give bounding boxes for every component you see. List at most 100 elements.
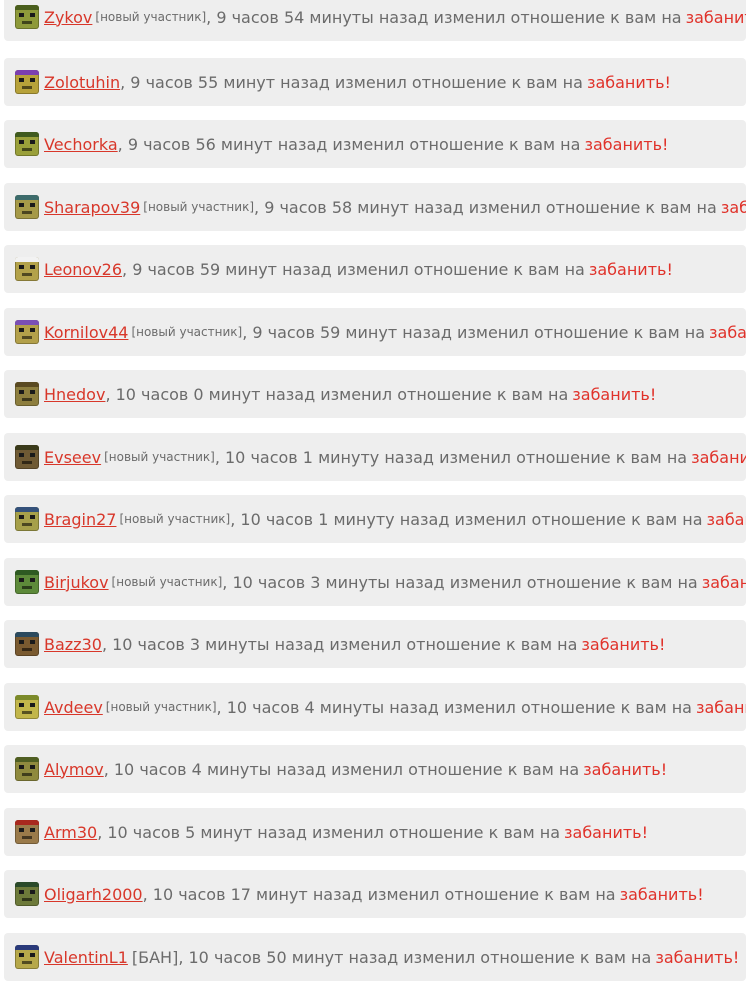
relation-status: забанить! — [695, 697, 746, 717]
feed-item: Bragin27 [новый участник], 10 часов 1 мин… — [4, 495, 746, 543]
new-member-badge: [новый участник] — [131, 325, 243, 339]
separator: , — [117, 134, 128, 154]
feed-item: Sharapov39 [новый участник], 9 часов 58 м… — [4, 183, 746, 231]
user-avatar-icon[interactable] — [15, 257, 39, 281]
username-link[interactable]: Vechorka — [44, 135, 118, 154]
relation-status: забанить! — [584, 134, 669, 154]
relation-status: забанить! — [619, 884, 704, 904]
username-link[interactable]: Bragin27 — [44, 510, 116, 529]
username-link[interactable]: Alymov — [44, 760, 104, 779]
feed-item: Birjukov [новый участник], 10 часов 3 мин… — [4, 558, 746, 606]
user-avatar-icon[interactable] — [15, 757, 39, 781]
username-link[interactable]: Oligarh2000 — [44, 885, 143, 904]
activity-text: 10 часов 4 минуты назад изменил отношени… — [113, 759, 580, 779]
separator: , — [222, 572, 233, 592]
username-link[interactable]: ValentinL1 — [44, 948, 128, 967]
feed-item: Bazz30, 10 часов 3 минуты назад изменил … — [4, 620, 746, 668]
activity-text: 10 часов 3 минуты назад изменил отношени… — [112, 634, 578, 654]
relation-status: забанить! — [564, 822, 649, 842]
user-avatar-icon[interactable] — [15, 445, 39, 469]
user-avatar-icon[interactable] — [15, 695, 39, 719]
user-avatar-icon[interactable] — [15, 945, 39, 969]
username-link[interactable]: Zolotuhin — [44, 73, 120, 92]
activity-text: 10 часов 0 минут назад изменил отношение… — [115, 384, 569, 404]
user-avatar-icon[interactable] — [15, 570, 39, 594]
relation-status: забанить! — [709, 322, 746, 342]
user-avatar-icon[interactable] — [15, 507, 39, 531]
relation-status: забанить! — [588, 259, 673, 279]
feed-item: Zykov [новый участник], 9 часов 54 минуты… — [4, 0, 746, 41]
feed-item: Evseev [новый участник], 10 часов 1 минут… — [4, 433, 746, 481]
activity-text: 10 часов 4 минуты назад изменил отношени… — [226, 697, 692, 717]
new-member-badge: [новый участник] — [105, 700, 217, 714]
activity-text: 9 часов 56 минут назад изменил отношение… — [127, 134, 581, 154]
separator: , — [120, 72, 131, 92]
feed-item: Avdeev [новый участник], 10 часов 4 минут… — [4, 683, 746, 731]
username-link[interactable]: Zykov — [44, 8, 92, 27]
separator: , — [242, 322, 253, 342]
user-avatar-icon[interactable] — [15, 820, 39, 844]
username-link[interactable]: Arm30 — [44, 823, 97, 842]
activity-text: 9 часов 58 минут назад изменил отношение… — [264, 197, 717, 217]
username-link[interactable]: Avdeev — [44, 698, 103, 717]
new-member-badge: [новый участник] — [119, 512, 231, 526]
feed-item: Alymov, 10 часов 4 минуты назад изменил … — [4, 745, 746, 793]
username-link[interactable]: Hnedov — [44, 385, 105, 404]
new-member-badge: [новый участник] — [111, 575, 223, 589]
user-avatar-icon[interactable] — [15, 5, 39, 29]
username-link[interactable]: Kornilov44 — [44, 323, 128, 342]
feed-item: Hnedov, 10 часов 0 минут назад изменил о… — [4, 370, 746, 418]
activity-text: 10 часов 17 минут назад изменил отношени… — [152, 884, 616, 904]
relation-status: забанить! — [691, 447, 746, 467]
separator: , — [230, 509, 241, 529]
separator: , — [103, 759, 114, 779]
activity-text: 9 часов 59 минут назад изменил отношение… — [132, 259, 585, 279]
activity-text: 9 часов 59 минут назад изменил отношение… — [252, 322, 705, 342]
username-link[interactable]: Sharapov39 — [44, 198, 140, 217]
separator: , — [142, 884, 153, 904]
feed-item: Arm30, 10 часов 5 минут назад изменил от… — [4, 808, 746, 856]
username-link[interactable]: Birjukov — [44, 573, 109, 592]
separator: , — [97, 822, 108, 842]
user-avatar-icon[interactable] — [15, 320, 39, 344]
new-member-badge: [новый участник] — [143, 200, 255, 214]
relation-status: забанить! — [706, 509, 746, 529]
feed-item: Vechorka, 9 часов 56 минут назад изменил… — [4, 120, 746, 168]
separator: , — [122, 259, 133, 279]
user-avatar-icon[interactable] — [15, 132, 39, 156]
relation-status: забанить! — [586, 72, 671, 92]
feed-item: Oligarh2000, 10 часов 17 минут назад изм… — [4, 870, 746, 918]
activity-text: 10 часов 1 минуту назад изменил отношени… — [225, 447, 688, 467]
feed-item: ValentinL1 [БАН], 10 часов 50 минут назад… — [4, 933, 746, 981]
username-link[interactable]: Leonov26 — [44, 260, 122, 279]
relation-status: забанить! — [720, 197, 746, 217]
activity-text: 9 часов 54 минуты назад изменил отношени… — [216, 7, 682, 27]
user-avatar-icon[interactable] — [15, 70, 39, 94]
ban-badge: [БАН] — [131, 947, 179, 967]
relation-status: забанить! — [701, 572, 746, 592]
user-avatar-icon[interactable] — [15, 632, 39, 656]
activity-feed: Zykov [новый участник], 9 часов 54 минуты… — [0, 0, 746, 992]
user-avatar-icon[interactable] — [15, 882, 39, 906]
user-avatar-icon[interactable] — [15, 382, 39, 406]
username-link[interactable]: Evseev — [44, 448, 101, 467]
activity-text: 10 часов 3 минуты назад изменил отношени… — [232, 572, 698, 592]
relation-status: забанить! — [655, 947, 740, 967]
feed-item: Leonov26, 9 часов 59 минут назад изменил… — [4, 245, 746, 293]
separator: , — [254, 197, 265, 217]
activity-text: 10 часов 50 минут назад изменил отношени… — [188, 947, 652, 967]
feed-item: Kornilov44 [новый участник], 9 часов 59 м… — [4, 308, 746, 356]
relation-status: забанить! — [583, 759, 668, 779]
user-avatar-icon[interactable] — [15, 195, 39, 219]
username-link[interactable]: Bazz30 — [44, 635, 102, 654]
separator: , — [178, 947, 189, 967]
feed-item: Zolotuhin, 9 часов 55 минут назад измени… — [4, 58, 746, 106]
separator: , — [105, 384, 116, 404]
activity-text: 10 часов 1 минуту назад изменил отношени… — [240, 509, 703, 529]
separator: , — [216, 697, 227, 717]
separator: , — [206, 7, 217, 27]
separator: , — [101, 634, 113, 654]
separator: , — [214, 447, 225, 467]
new-member-badge: [новый участник] — [95, 10, 207, 24]
relation-status: забанить! — [685, 7, 746, 27]
